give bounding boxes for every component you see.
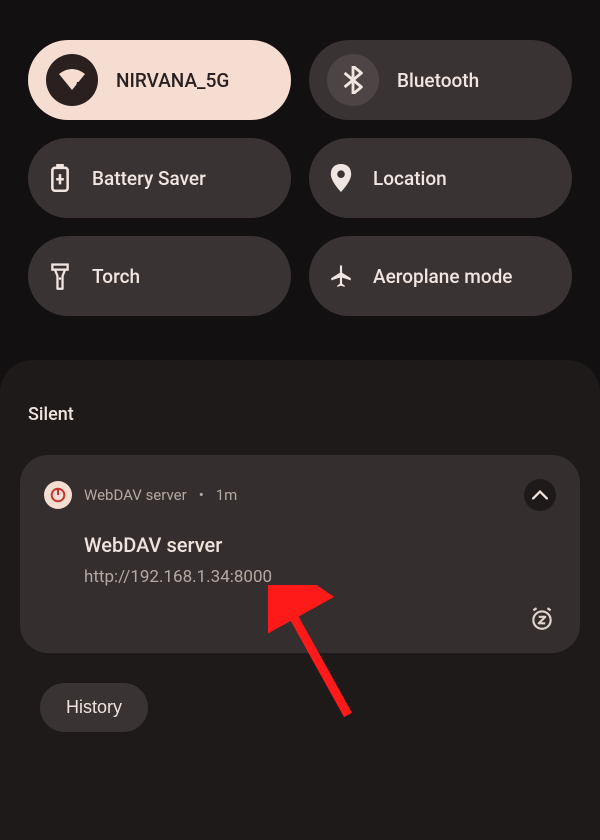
notification-header: WebDAV server • 1m [44,479,556,511]
snooze-icon [529,606,555,632]
wifi-icon: 5 [46,54,98,106]
collapse-button[interactable] [524,479,556,511]
notification-title: WebDAV server [84,533,556,557]
notification-shade: Silent WebDAV server • 1m WebDAV server … [0,360,600,840]
notification-time: 1m [216,486,238,504]
notification-app-name: WebDAV server [84,486,187,504]
snooze-button[interactable] [528,605,556,633]
airplane-icon [327,262,355,290]
bluetooth-tile[interactable]: Bluetooth [309,40,572,120]
section-header-silent: Silent [20,404,580,425]
battery-saver-label: Battery Saver [92,167,206,190]
torch-icon [46,262,74,290]
notification-text: http://192.168.1.34:8000 [84,567,556,587]
aeroplane-mode-tile[interactable]: Aeroplane mode [309,236,572,316]
chevron-up-icon [532,490,548,500]
notification-card[interactable]: WebDAV server • 1m WebDAV server http://… [20,455,580,653]
power-icon [44,481,72,509]
location-tile[interactable]: Location [309,138,572,218]
svg-text:5: 5 [76,81,81,90]
torch-tile[interactable]: Torch [28,236,291,316]
torch-label: Torch [92,265,140,288]
bluetooth-icon [327,54,379,106]
battery-icon [46,164,74,192]
notification-separator: • [199,486,204,504]
aeroplane-label: Aeroplane mode [373,265,513,288]
location-label: Location [373,167,447,190]
notification-body: WebDAV server http://192.168.1.34:8000 [44,533,556,633]
history-button[interactable]: History [40,683,148,732]
location-icon [327,164,355,192]
quick-settings-panel: 5 NIRVANA_5G Bluetooth Battery Saver Loc… [0,0,600,336]
wifi-label: NIRVANA_5G [116,69,229,92]
battery-saver-tile[interactable]: Battery Saver [28,138,291,218]
bluetooth-label: Bluetooth [397,69,479,92]
wifi-tile[interactable]: 5 NIRVANA_5G [28,40,291,120]
